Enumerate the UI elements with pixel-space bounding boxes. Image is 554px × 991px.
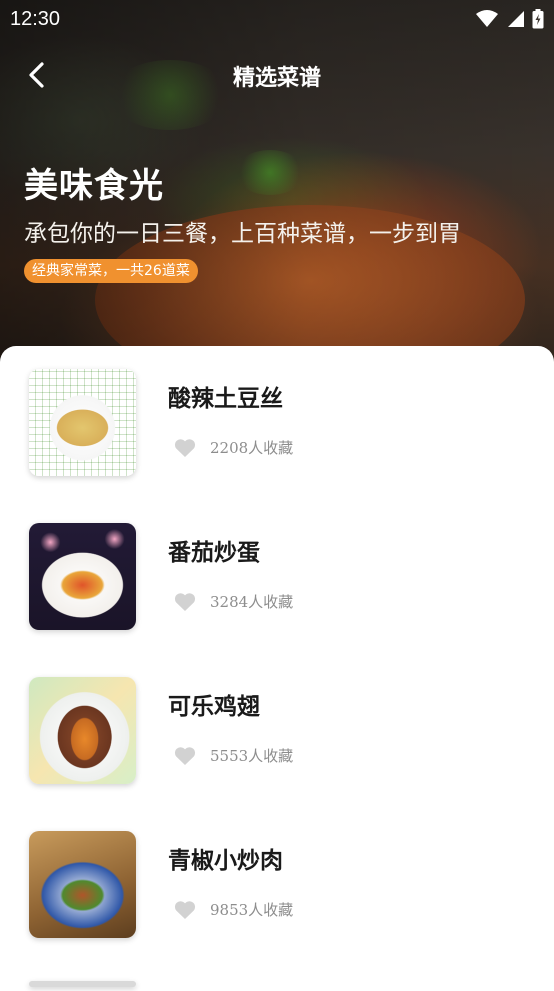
wifi-icon [476,10,498,27]
nav-bar: 精选菜谱 [0,52,554,98]
favorite-count: 5553人收藏 [210,747,294,765]
page-title: 精选菜谱 [232,65,321,91]
favorite-count: 9853人收藏 [210,901,294,919]
recipe-name: 番茄炒蛋 [168,539,260,566]
heart-icon[interactable] [174,592,196,612]
favorite-count: 2208人收藏 [210,439,294,457]
recipe-thumbnail [29,523,136,630]
status-time: 12:30 [10,7,61,30]
favorite-count: 3284人收藏 [210,593,294,611]
recipe-name: 可乐鸡翅 [168,693,260,720]
recipe-count-badge: 经典家常菜，一共26道菜 [24,259,198,283]
heart-icon[interactable] [174,438,196,458]
recipe-thumbnail [29,981,136,987]
status-bar: 12:30 [0,0,554,38]
hero-title: 美味食光 [24,166,164,206]
recipe-item-next[interactable] [0,981,554,991]
recipe-thumbnail [29,369,136,476]
recipe-item[interactable]: 可乐鸡翅 5553人收藏 [0,677,554,807]
recipe-thumbnail [29,677,136,784]
hero-banner: 12:30 精选菜谱 美味食光 承包你的一日三餐，上百种菜谱，一步到胃 经典家常… [0,0,554,380]
recipe-item[interactable]: 酸辣土豆丝 2208人收藏 [0,369,554,499]
recipe-list: 酸辣土豆丝 2208人收藏 番茄炒蛋 3284人收藏 可乐鸡翅 5553人收藏 [0,346,554,987]
recipe-thumbnail [29,831,136,938]
recipe-item[interactable]: 青椒小炒肉 9853人收藏 [0,831,554,961]
hero-subtitle: 承包你的一日三餐，上百种菜谱，一步到胃 [24,221,461,247]
recipe-name: 酸辣土豆丝 [168,385,283,412]
signal-icon [508,11,524,27]
heart-icon[interactable] [174,900,196,920]
battery-icon [532,9,544,29]
recipe-item[interactable]: 番茄炒蛋 3284人收藏 [0,523,554,653]
recipe-name: 青椒小炒肉 [168,847,283,874]
heart-icon[interactable] [174,746,196,766]
